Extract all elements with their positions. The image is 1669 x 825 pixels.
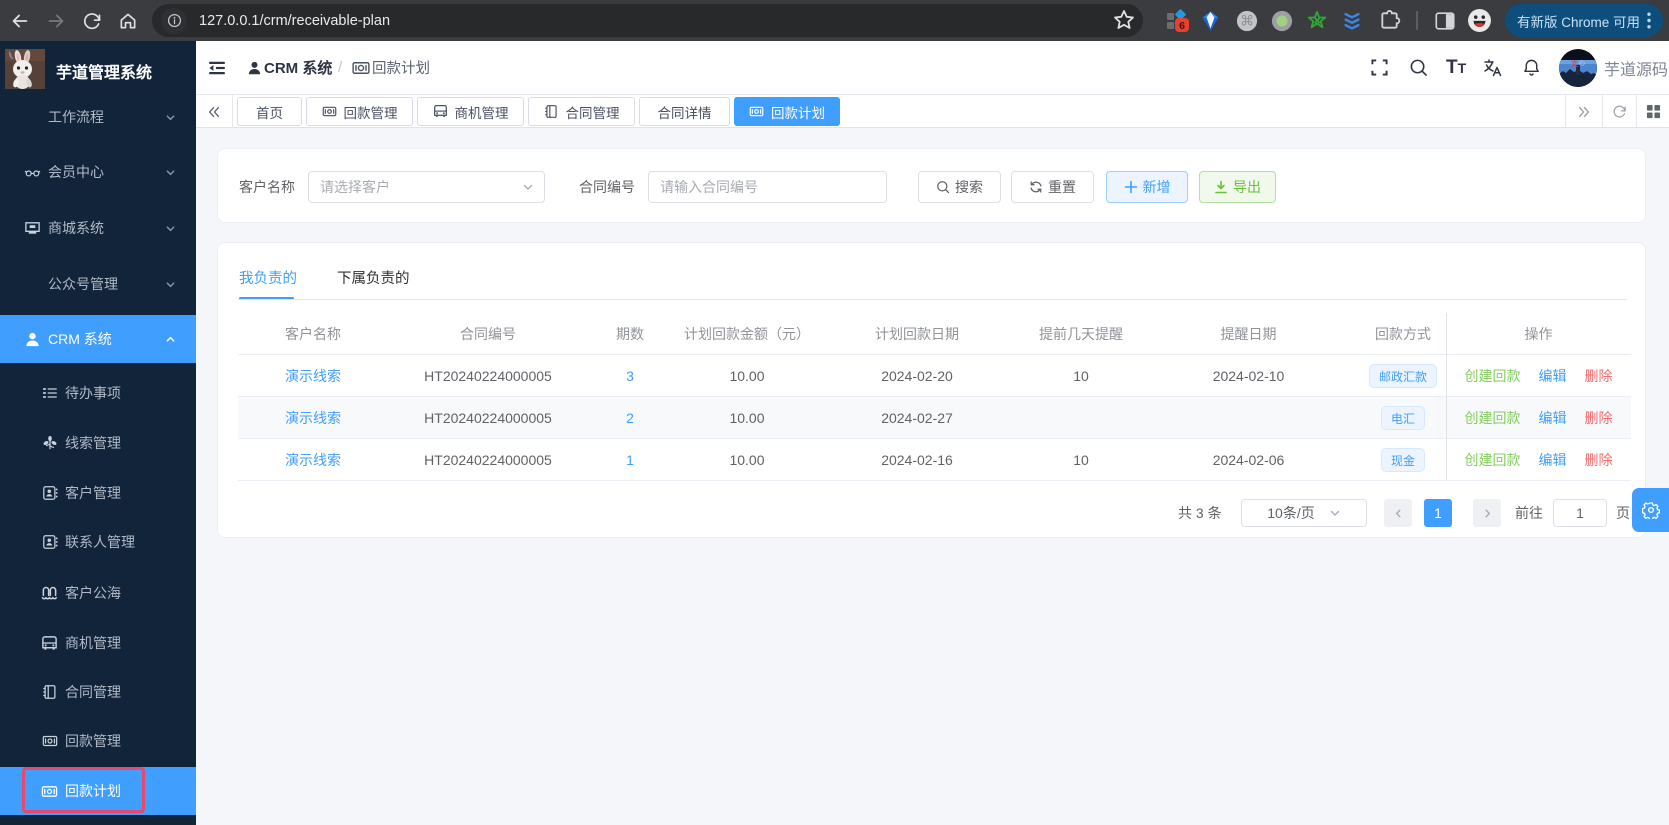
svg-text:6: 6: [1179, 20, 1185, 32]
svg-text:⌘: ⌘: [1240, 13, 1254, 28]
svg-text:文: 文: [1571, 59, 1579, 68]
svg-text:心: 心: [1579, 60, 1585, 67]
